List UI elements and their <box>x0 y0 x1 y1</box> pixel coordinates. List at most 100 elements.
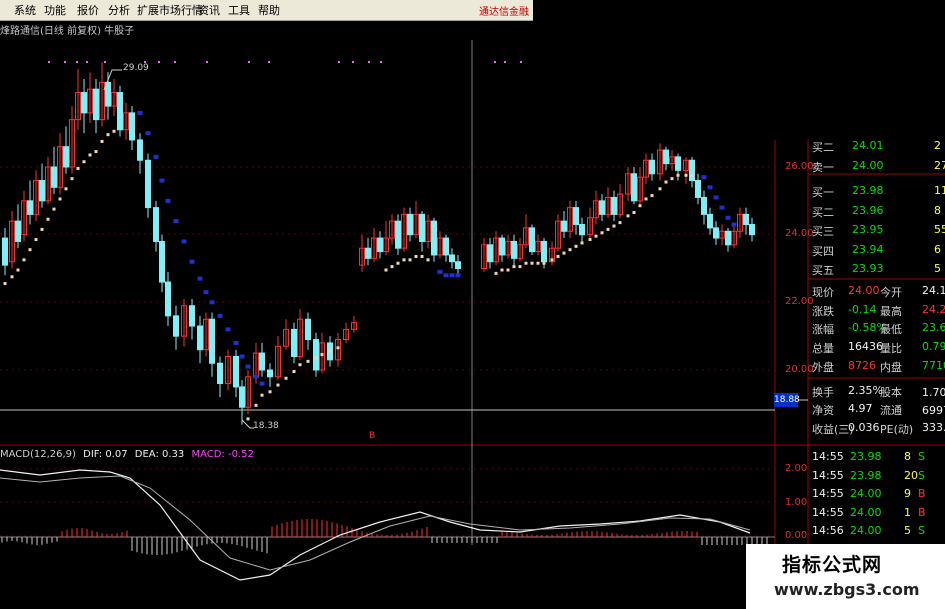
orderbook-price: 23.93 <box>852 262 884 275</box>
resistance-block <box>713 195 719 200</box>
support-dot <box>690 173 694 177</box>
support-dot <box>284 376 288 380</box>
tick-side: S <box>918 524 925 537</box>
signal-dot <box>494 61 496 63</box>
candle-body <box>631 173 637 202</box>
tick-time: 14:55 <box>812 450 844 463</box>
candle-body <box>443 237 449 256</box>
candle-body <box>431 220 437 256</box>
support-dot <box>638 204 642 208</box>
tick-price: 24.00 <box>850 505 882 519</box>
price-tick: 22.00 <box>785 296 814 307</box>
candle-body <box>377 237 383 253</box>
resistance-block <box>437 269 443 274</box>
candle-body <box>93 88 99 121</box>
tick-volume: 1 <box>904 505 911 519</box>
support-dot <box>402 258 406 262</box>
candle-body <box>313 339 319 371</box>
support-dot <box>390 265 394 269</box>
watermark-url: www.zbgs3.com <box>774 580 920 599</box>
stat-label: 最高 <box>880 304 902 318</box>
candle-body <box>129 112 135 141</box>
current-price-marker: 18.88 <box>774 393 800 407</box>
candle-body <box>15 220 21 242</box>
resistance-block <box>137 110 143 115</box>
candle-body <box>63 146 69 168</box>
support-dot <box>28 248 32 252</box>
candle-body <box>611 196 617 215</box>
stat-label: 流通 <box>880 404 902 418</box>
macd-tick: 0.00 <box>785 530 808 541</box>
support-dot <box>58 197 62 201</box>
orderbook-price: 24.01 <box>852 139 884 152</box>
stat-label: 净资 <box>812 404 834 418</box>
support-dot <box>530 261 534 265</box>
tick-time: 14:55 <box>812 487 844 500</box>
resistance-block <box>181 239 187 244</box>
stat-value: 24.20 <box>922 302 945 316</box>
candle-body <box>137 139 143 161</box>
tick-price: 24.00 <box>850 524 882 537</box>
support-dot <box>568 248 572 252</box>
candle-body <box>749 224 755 236</box>
support-dot <box>82 160 86 164</box>
resistance-block <box>239 354 245 359</box>
resistance-block <box>203 290 209 295</box>
candle-body <box>259 352 265 371</box>
signal-dot <box>338 61 340 63</box>
stat-value: 333.8 <box>922 420 945 434</box>
candle-body <box>701 196 707 215</box>
support-dot <box>40 227 44 231</box>
stat-value: 0.79 <box>922 340 945 354</box>
support-dot <box>64 187 68 191</box>
candle-body <box>395 220 401 249</box>
support-dot <box>494 271 498 275</box>
stat-value: 24.00 <box>848 284 880 297</box>
resistance-block <box>217 313 223 318</box>
tick-volume: 8 <box>904 450 911 463</box>
support-dot <box>574 244 578 248</box>
orderbook-volume: 5 <box>934 262 941 275</box>
support-dot <box>512 265 516 269</box>
stat-label: 换手 <box>812 385 834 399</box>
support-dot <box>16 268 20 272</box>
resistance-block <box>701 175 707 180</box>
resistance-block <box>731 222 737 227</box>
macd-dea: DEA: 0.33 <box>134 449 185 460</box>
candle-body <box>145 159 151 209</box>
resistance-block <box>455 273 461 278</box>
orderbook-label: 买二 <box>812 205 834 219</box>
support-dot <box>260 393 264 397</box>
support-dot <box>292 370 296 373</box>
candle-body <box>599 200 605 215</box>
support-dot <box>676 173 680 177</box>
candle-body <box>305 318 311 341</box>
orderbook-price: 24.00 <box>852 158 884 172</box>
support-dot <box>298 363 302 367</box>
support-dot <box>658 187 662 191</box>
support-dot <box>268 390 272 394</box>
resistance-block <box>225 327 231 332</box>
support-dot <box>594 234 598 238</box>
macd-header: MACD(12,26,9) DIF: 0.07 DEA: 0.33 MACD: … <box>0 449 258 460</box>
candle-body <box>209 318 215 364</box>
candle-body <box>561 220 567 232</box>
candle-body <box>707 213 713 229</box>
signal-dot <box>86 61 88 63</box>
signal-dot <box>206 61 208 63</box>
tick-price: 23.98 <box>850 468 882 482</box>
support-dot <box>664 180 668 184</box>
candle-body <box>81 92 87 114</box>
signal-dot <box>174 61 176 63</box>
price-tick: 20.00 <box>785 364 814 375</box>
tick-volume: 20 <box>904 468 918 482</box>
resistance-block <box>253 374 259 379</box>
support-dot <box>34 238 38 242</box>
candle-body <box>743 213 749 226</box>
buy-signal-marker: B <box>369 431 376 441</box>
orderbook-price: 23.98 <box>852 184 884 197</box>
signal-dot <box>48 61 50 63</box>
stat-value: 0.036 <box>848 420 880 434</box>
candle-body <box>675 156 681 171</box>
stat-value: 1.70亿 <box>922 385 945 399</box>
